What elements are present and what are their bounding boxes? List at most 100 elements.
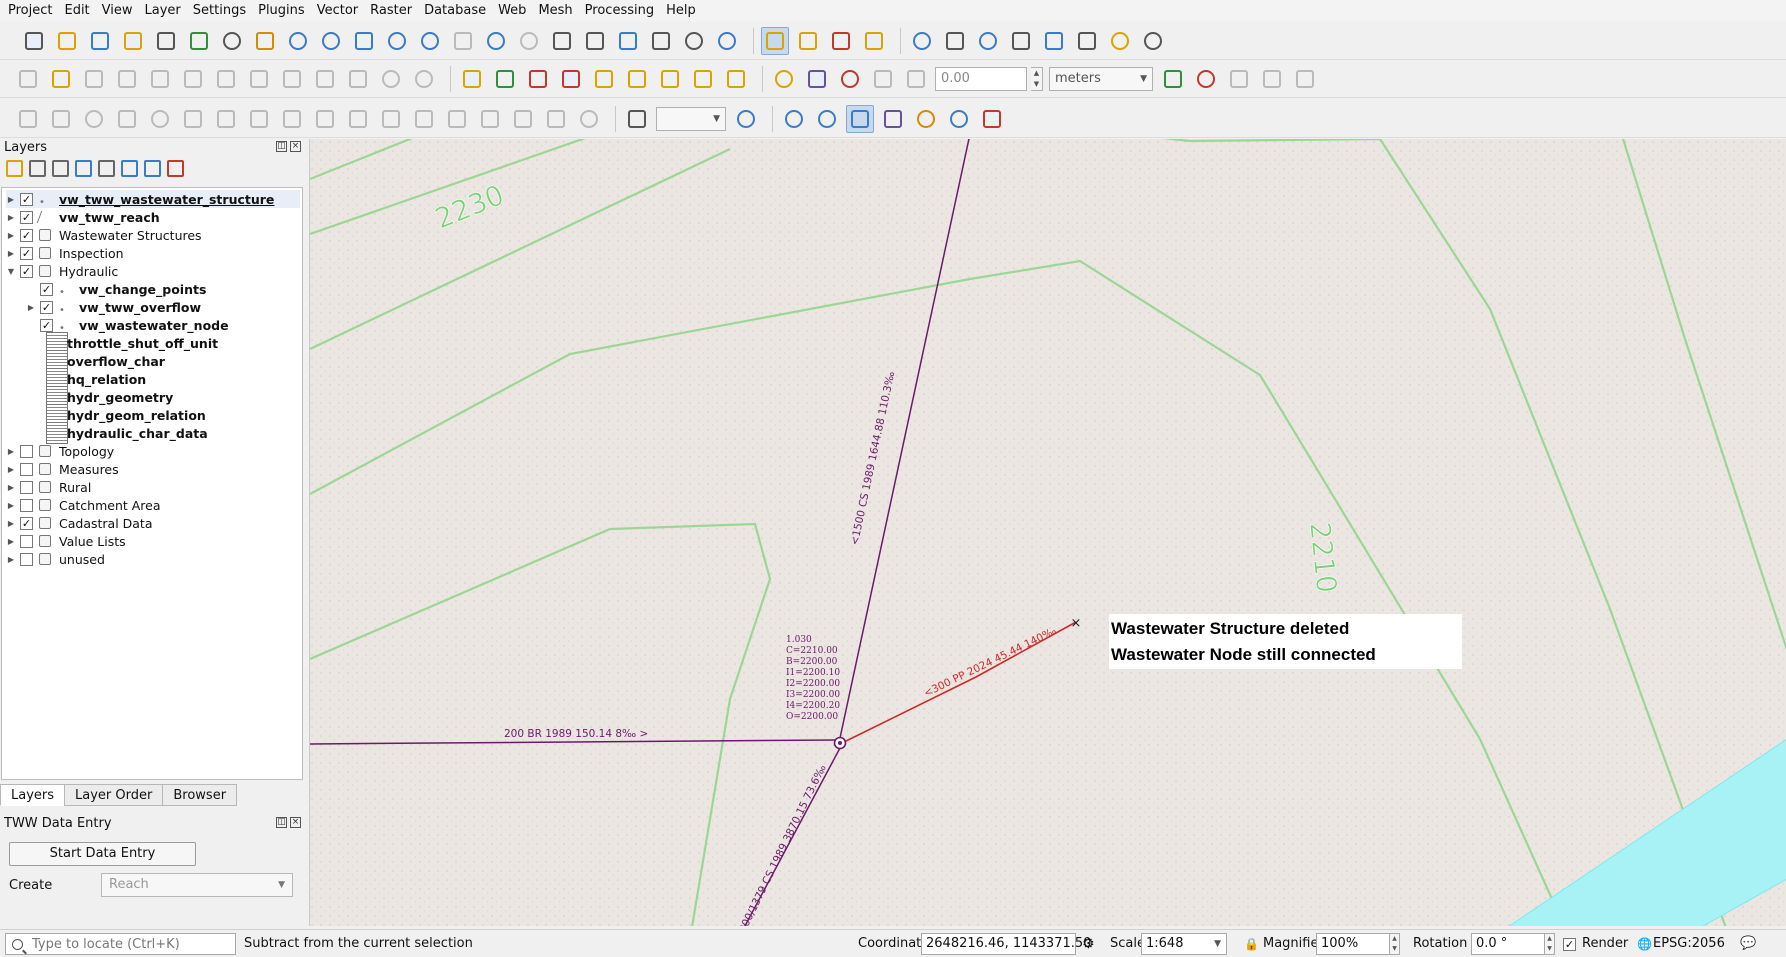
expand-arrow-icon[interactable]: ▶ bbox=[6, 249, 16, 258]
split-parts-icon[interactable] bbox=[476, 105, 504, 133]
trace-icon[interactable] bbox=[1225, 65, 1253, 93]
layer-checkbox[interactable]: ✓ bbox=[40, 318, 53, 332]
create-select[interactable]: Reach ▼ bbox=[101, 873, 293, 897]
expand-arrow-icon[interactable]: ▶ bbox=[6, 195, 16, 204]
expand-arrow-icon[interactable]: ▶ bbox=[6, 231, 16, 240]
show-bookmarks-icon[interactable] bbox=[647, 27, 675, 55]
group-item[interactable]: ▶ ✓ Inspection bbox=[6, 244, 124, 262]
reach-endpoint-cross-icon[interactable]: × bbox=[1071, 616, 1082, 631]
manage-themes-icon[interactable] bbox=[52, 160, 69, 177]
layer-checkbox[interactable]: ✓ bbox=[40, 300, 53, 314]
group-item[interactable]: ▶ Topology bbox=[6, 442, 114, 460]
expand-arrow-icon[interactable]: ▶ bbox=[6, 537, 16, 546]
lock-scale-icon[interactable]: 🔒 bbox=[1244, 930, 1259, 957]
layer-checkbox[interactable] bbox=[20, 480, 33, 494]
expand-arrow-icon[interactable]: ▶ bbox=[6, 465, 16, 474]
move-feature-icon[interactable] bbox=[47, 105, 75, 133]
start-data-entry-button[interactable]: Start Data Entry bbox=[9, 842, 196, 866]
tww-profile-icon[interactable] bbox=[780, 105, 808, 133]
select-by-expression-icon[interactable] bbox=[794, 27, 822, 55]
copy-features-icon[interactable] bbox=[311, 65, 339, 93]
layer-checkbox[interactable]: ✓ bbox=[20, 192, 33, 206]
add-feature-icon[interactable] bbox=[113, 65, 141, 93]
table-item[interactable]: throttle_shut_off_unit bbox=[46, 332, 218, 354]
expand-arrow-icon[interactable]: ▶ bbox=[6, 519, 16, 528]
layer-item[interactable]: ▶ ✓ vw_tww_reach bbox=[6, 208, 160, 226]
layer-checkbox[interactable]: ✓ bbox=[20, 246, 33, 260]
select-location-icon[interactable] bbox=[860, 27, 888, 55]
magnifier-field[interactable]: 100% bbox=[1316, 933, 1390, 955]
group-item[interactable]: ▶ ✓ Wastewater Structures bbox=[6, 226, 202, 244]
zoom-next-icon[interactable] bbox=[515, 27, 543, 55]
save-as-icon[interactable] bbox=[119, 27, 147, 55]
simplify-feature-icon[interactable] bbox=[113, 105, 141, 133]
layer-checkbox[interactable] bbox=[20, 462, 33, 476]
database-icon[interactable] bbox=[732, 105, 760, 133]
split-features-icon[interactable] bbox=[443, 105, 471, 133]
collapse-all-icon[interactable] bbox=[144, 160, 161, 177]
snapping-type-icon[interactable] bbox=[902, 65, 930, 93]
toolbox-gear-icon[interactable] bbox=[974, 27, 1002, 55]
menu-processing[interactable]: Processing bbox=[579, 0, 660, 22]
tab-layers[interactable]: Layers bbox=[0, 784, 66, 806]
zoom-selection-icon[interactable] bbox=[383, 27, 411, 55]
select-features-icon[interactable] bbox=[761, 26, 789, 55]
paste-features-icon[interactable] bbox=[344, 65, 372, 93]
expand-arrow-icon[interactable]: ▶ bbox=[6, 447, 16, 456]
rotation-field[interactable]: 0.0 ° bbox=[1471, 933, 1545, 955]
undo-icon[interactable] bbox=[377, 65, 405, 93]
messages-icon[interactable]: 💬 bbox=[1740, 930, 1756, 957]
refresh-icon[interactable] bbox=[713, 27, 741, 55]
rotation-spinner[interactable]: ▲ ▼ bbox=[1544, 933, 1555, 955]
zoom-last-icon[interactable] bbox=[482, 27, 510, 55]
group-item[interactable]: ▶ Catchment Area bbox=[6, 496, 161, 514]
tww-wizard-icon[interactable] bbox=[912, 105, 940, 133]
current-edits-icon[interactable] bbox=[14, 65, 42, 93]
attribute-edit-icon[interactable] bbox=[212, 65, 240, 93]
rotate-label-icon[interactable] bbox=[656, 65, 684, 93]
delete-selected-icon[interactable] bbox=[245, 65, 273, 93]
highlight-labels-icon[interactable] bbox=[557, 65, 585, 93]
add-part-icon[interactable] bbox=[179, 105, 207, 133]
table-item[interactable]: hydr_geom_relation bbox=[46, 404, 206, 426]
tww-network-icon[interactable] bbox=[813, 105, 841, 133]
toggle-extents-icon[interactable]: ⚙ bbox=[1082, 930, 1095, 957]
open-attribute-table-icon[interactable] bbox=[941, 27, 969, 55]
remove-layer-icon[interactable] bbox=[167, 160, 184, 177]
menu-project[interactable]: Project bbox=[2, 0, 58, 22]
tww-connect-icon[interactable] bbox=[846, 104, 874, 133]
temporal-controller-icon[interactable] bbox=[680, 27, 708, 55]
identify-features-icon[interactable] bbox=[908, 27, 936, 55]
menu-plugins[interactable]: Plugins bbox=[252, 0, 311, 22]
delete-part-icon[interactable] bbox=[278, 105, 306, 133]
snapping-magnet-icon[interactable] bbox=[836, 65, 864, 93]
trim-extend-icon[interactable] bbox=[410, 105, 438, 133]
python-console-icon[interactable] bbox=[770, 65, 798, 93]
close-panel-icon[interactable]: × bbox=[290, 141, 301, 152]
layer-checkbox[interactable]: ✓ bbox=[20, 210, 33, 224]
new-map-view-icon[interactable] bbox=[548, 27, 576, 55]
zoom-out-icon[interactable] bbox=[317, 27, 345, 55]
topological-editing-icon[interactable] bbox=[1159, 65, 1187, 93]
move-label-icon[interactable] bbox=[590, 65, 618, 93]
coordinate-field[interactable]: 2648216.46, 1143371.50 bbox=[921, 933, 1091, 955]
expand-arrow-icon[interactable]: ▶ bbox=[26, 303, 36, 312]
expand-arrow-icon[interactable]: ▶ bbox=[6, 483, 16, 492]
table-item[interactable]: hydraulic_char_data bbox=[46, 422, 208, 444]
menu-edit[interactable]: Edit bbox=[58, 0, 95, 22]
layer-item[interactable]: ✓ vw_wastewater_node bbox=[40, 316, 229, 334]
merge-attributes-icon[interactable] bbox=[542, 105, 570, 133]
redo-icon[interactable] bbox=[410, 65, 438, 93]
sql-icon[interactable] bbox=[879, 105, 907, 133]
zoom-layer-icon[interactable] bbox=[416, 27, 444, 55]
menu-layer[interactable]: Layer bbox=[139, 0, 187, 22]
advanced-digitizing-icon[interactable] bbox=[14, 105, 42, 133]
scale-select[interactable]: 1:648 ▼ bbox=[1141, 933, 1227, 955]
group-item[interactable]: ▼ ✓ Hydraulic bbox=[6, 262, 118, 280]
delete-ring-icon[interactable] bbox=[245, 105, 273, 133]
layer-select[interactable]: ▼ bbox=[656, 106, 726, 131]
group-item[interactable]: ▶ Rural bbox=[6, 478, 91, 496]
save-edits-icon[interactable] bbox=[80, 65, 108, 93]
layer-checkbox[interactable] bbox=[20, 498, 33, 512]
menu-view[interactable]: View bbox=[96, 0, 139, 22]
